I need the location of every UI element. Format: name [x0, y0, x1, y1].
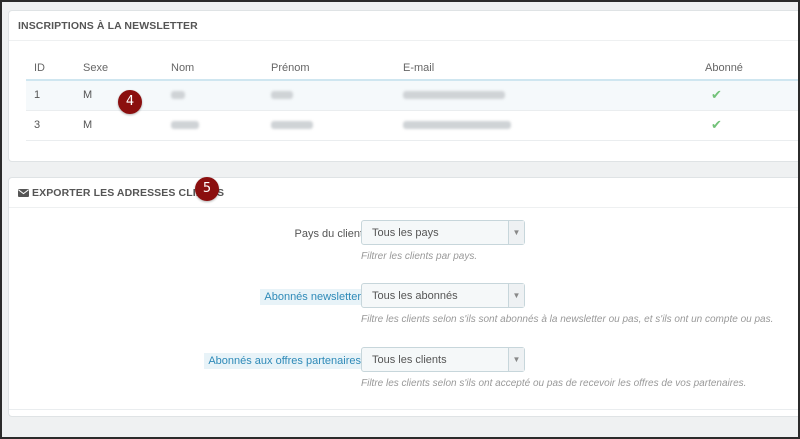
newsletter-label[interactable]: Abonnés newsletter [260, 289, 365, 305]
export-panel: EXPORTER LES ADRESSES CLIENTS Pays du cl… [8, 177, 798, 417]
newsletter-panel: INSCRIPTIONS À LA NEWSLETTER ID Sexe Nom… [8, 10, 798, 162]
column-header-id[interactable]: ID [26, 56, 83, 81]
annotation-badge-5: 5 [195, 177, 219, 201]
redacted-text [271, 121, 313, 130]
page-frame: INSCRIPTIONS À LA NEWSLETTER ID Sexe Nom… [2, 2, 798, 437]
cell-prenom [271, 110, 403, 141]
subscriptions-table: ID Sexe Nom Prénom E-mail Abonné 1 M ✔ 3… [26, 56, 798, 141]
column-header-sexe[interactable]: Sexe [83, 56, 171, 81]
newsletter-select-value: Tous les abonnés [372, 290, 458, 302]
cell-email [403, 110, 705, 141]
divider [9, 409, 798, 410]
newsletter-select[interactable]: Tous les abonnés ▼ [361, 283, 525, 308]
country-help-text: Filtrer les clients par pays. [361, 251, 478, 262]
table-row[interactable]: 3 M ✔ [26, 110, 798, 141]
cell-email [403, 80, 705, 111]
redacted-text [171, 91, 185, 100]
cell-id: 3 [26, 110, 83, 141]
table-row[interactable]: 1 M ✔ [26, 80, 798, 111]
chevron-down-icon: ▼ [508, 221, 524, 244]
column-header-email[interactable]: E-mail [403, 56, 705, 81]
country-select[interactable]: Tous les pays ▼ [361, 220, 525, 245]
redacted-text [403, 121, 511, 130]
partners-select[interactable]: Tous les clients ▼ [361, 347, 525, 372]
annotation-badge-4: 4 [118, 90, 142, 114]
partners-help-text: Filtre les clients selon s'ils ont accep… [361, 378, 747, 389]
chevron-down-icon: ▼ [508, 348, 524, 371]
newsletter-panel-title: INSCRIPTIONS À LA NEWSLETTER [9, 11, 798, 41]
country-select-value: Tous les pays [372, 227, 439, 239]
country-label: Pays du client [294, 228, 363, 240]
table-header-row: ID Sexe Nom Prénom E-mail Abonné [26, 56, 798, 81]
redacted-text [271, 91, 293, 100]
column-header-nom[interactable]: Nom [171, 56, 271, 81]
cell-nom [171, 110, 271, 141]
column-header-prenom[interactable]: Prénom [271, 56, 403, 81]
cell-nom [171, 80, 271, 111]
cell-sexe: M [83, 110, 171, 141]
cell-subscribed: ✔ [705, 80, 798, 111]
newsletter-help-text: Filtre les clients selon s'ils sont abon… [361, 314, 774, 325]
redacted-text [403, 91, 505, 100]
check-icon: ✔ [711, 117, 722, 132]
partners-label[interactable]: Abonnés aux offres partenaires [204, 353, 365, 369]
column-header-abonne[interactable]: Abonné [705, 56, 798, 81]
envelope-icon [18, 188, 29, 200]
partners-select-value: Tous les clients [372, 354, 447, 366]
cell-subscribed: ✔ [705, 110, 798, 141]
export-panel-heading: EXPORTER LES ADRESSES CLIENTS [9, 178, 798, 208]
redacted-text [171, 121, 199, 130]
cell-prenom [271, 80, 403, 111]
chevron-down-icon: ▼ [508, 284, 524, 307]
cell-id: 1 [26, 80, 83, 111]
check-icon: ✔ [711, 87, 722, 103]
